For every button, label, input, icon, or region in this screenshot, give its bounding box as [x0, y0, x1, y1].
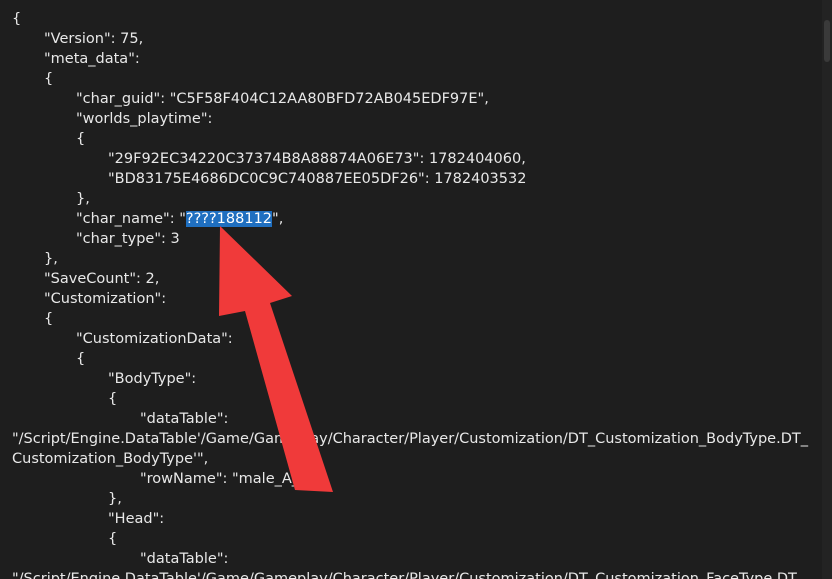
scrollbar-thumb[interactable] — [824, 20, 830, 62]
code-line: "BodyType": — [108, 371, 197, 387]
code-line: "dataTable": — [140, 411, 229, 427]
code-line: }, — [108, 491, 122, 507]
code-line: Customization_BodyType'", — [12, 451, 209, 467]
char-name-suffix: ", — [272, 211, 284, 227]
code-line: "rowName": "male_A_01" — [140, 471, 325, 487]
code-line-char-name: "char_name": "????188112", — [0, 209, 822, 229]
code-line: }, — [44, 251, 58, 267]
code-line: }, — [76, 191, 90, 207]
code-line: { — [108, 531, 118, 547]
code-line: "char_type": 3 — [76, 231, 180, 247]
code-line: { — [44, 71, 54, 87]
code-line: { — [76, 131, 86, 147]
code-line: { — [12, 11, 22, 27]
code-line: "Version": 75, — [44, 31, 144, 47]
code-line: "Head": — [108, 511, 165, 527]
code-line: "/Script/Engine.DataTable'/Game/Gameplay… — [12, 571, 805, 579]
code-line: { — [108, 391, 118, 407]
selected-text[interactable]: ????188112 — [185, 211, 273, 227]
code-line: "SaveCount": 2, — [44, 271, 160, 287]
vertical-scrollbar[interactable] — [822, 0, 832, 579]
code-line: "BD83175E4686DC0C9C740887EE05DF26": 1782… — [108, 171, 527, 187]
json-text-editor[interactable]: { "Version": 75, "meta_data": { "char_gu… — [0, 0, 822, 579]
code-line: "CustomizationData": — [76, 331, 233, 347]
code-line: "worlds_playtime": — [76, 111, 213, 127]
code-line: { — [76, 351, 86, 367]
code-line: "29F92EC34220C37374B8A88874A06E73": 1782… — [108, 151, 526, 167]
code-line: "/Script/Engine.DataTable'/Game/Gameplay… — [12, 431, 808, 447]
code-line: "char_guid": "C5F58F404C12AA80BFD72AB045… — [76, 91, 489, 107]
code-line: { — [44, 311, 54, 327]
char-name-prefix: "char_name": " — [76, 211, 186, 227]
code-line: "Customization": — [44, 291, 167, 307]
code-line: "meta_data": — [44, 51, 140, 67]
code-line: "dataTable": — [140, 551, 229, 567]
